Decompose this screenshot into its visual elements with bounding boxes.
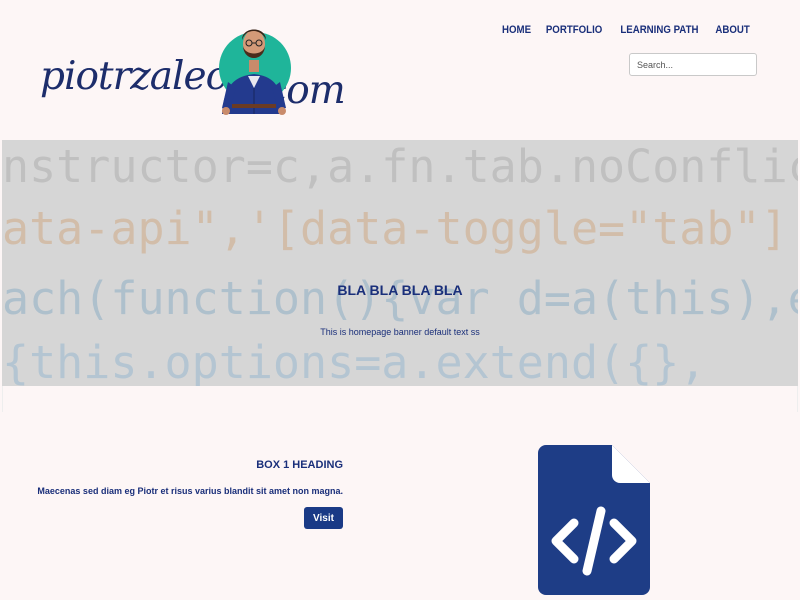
box-1-heading: BOX 1 HEADING [256, 459, 343, 471]
banner-overlay [2, 140, 798, 386]
banner-spacer [2, 386, 798, 412]
box-1-text: Maecenas sed diam eg Piotr et risus vari… [37, 486, 343, 496]
site-header: piotrzalecki .com HOME PORTFOLIO LEARNIN… [0, 0, 800, 138]
hero-banner: nstructor=c,a.fn.tab.noConflict= ata-api… [2, 140, 798, 386]
nav-learning-path[interactable]: LEARNING PATH [620, 24, 698, 36]
banner-subtitle: This is homepage banner default text ss [320, 327, 480, 337]
banner-title: BLA BLA BLA BLA [337, 282, 463, 298]
nav-about[interactable]: ABOUT [715, 24, 749, 36]
search-input[interactable] [629, 53, 757, 76]
visit-button[interactable]: Visit [304, 507, 343, 529]
file-code-icon [538, 445, 650, 595]
site-logo[interactable]: piotrzalecki .com [40, 18, 346, 118]
page: piotrzalecki .com HOME PORTFOLIO LEARNIN… [0, 0, 800, 600]
avatar-illustration [219, 29, 291, 115]
nav-portfolio[interactable]: PORTFOLIO [546, 24, 602, 36]
box-1: BOX 1 HEADING Maecenas sed diam eg Piotr… [0, 414, 800, 600]
nav-home[interactable]: HOME [502, 24, 531, 36]
main-nav: HOME PORTFOLIO LEARNING PATH ABOUT [500, 24, 752, 36]
